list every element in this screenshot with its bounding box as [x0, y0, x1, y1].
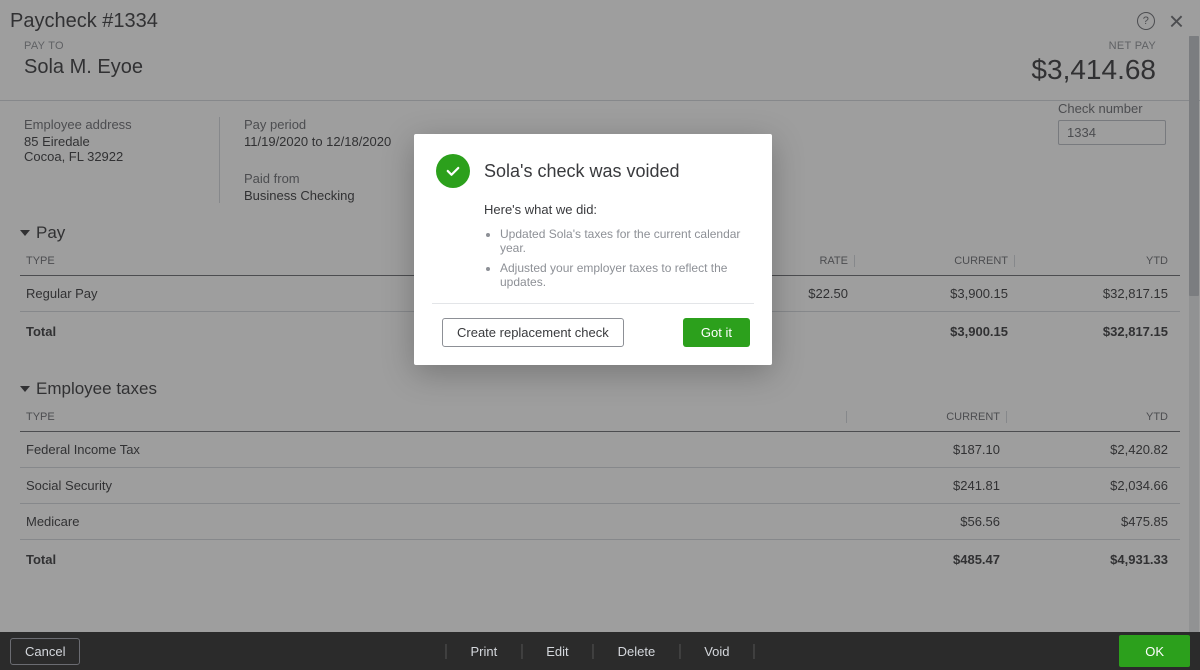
print-button[interactable]: Print [445, 644, 522, 659]
modal-bullet: Updated Sola's taxes for the current cal… [500, 227, 750, 255]
cancel-button[interactable]: Cancel [10, 638, 80, 665]
modal-title: Sola's check was voided [484, 161, 680, 182]
bottom-bar: Cancel Print Edit Delete Void OK [0, 632, 1200, 670]
divider [432, 303, 754, 304]
delete-button[interactable]: Delete [594, 644, 681, 659]
success-check-icon [436, 154, 470, 188]
modal-subtitle: Here's what we did: [484, 202, 750, 217]
edit-button[interactable]: Edit [522, 644, 593, 659]
modal-bullet: Adjusted your employer taxes to reflect … [500, 261, 750, 289]
ok-button[interactable]: OK [1119, 635, 1190, 667]
void-confirmation-modal: Sola's check was voided Here's what we d… [414, 134, 772, 365]
create-replacement-button[interactable]: Create replacement check [442, 318, 624, 347]
void-button[interactable]: Void [680, 644, 754, 659]
gotit-button[interactable]: Got it [683, 318, 750, 347]
